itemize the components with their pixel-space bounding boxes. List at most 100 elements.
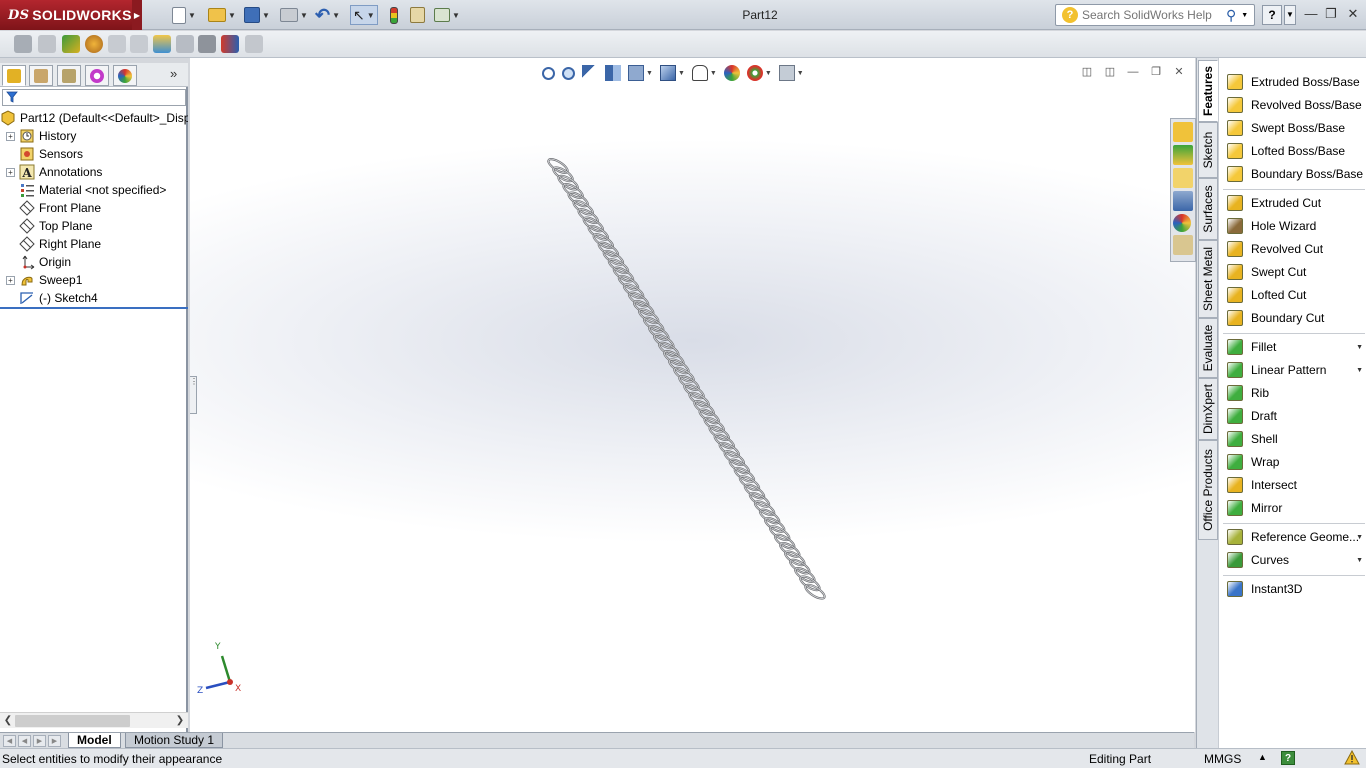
swept-cut-button[interactable]: Swept Cut <box>1227 262 1365 282</box>
tree-item-sketch4[interactable]: (-) Sketch4 <box>0 289 188 307</box>
close-button[interactable]: ✕ <box>1342 4 1364 24</box>
viewport-restore-icon[interactable]: ❐ <box>1149 66 1163 78</box>
tree-item-history[interactable]: + History <box>0 127 188 145</box>
measure-icon[interactable] <box>221 35 239 53</box>
tree-item-front-plane[interactable]: Front Plane <box>0 199 188 217</box>
file-properties-button[interactable] <box>410 5 425 25</box>
tab-display-manager[interactable] <box>113 65 137 86</box>
new-document-button[interactable]: ▼ <box>172 5 196 25</box>
viewport-close-icon[interactable]: ✕ <box>1172 66 1186 78</box>
chevron-down-icon[interactable]: ▼ <box>765 70 772 77</box>
dynamic-annotation-icon[interactable] <box>628 65 644 81</box>
tab-model[interactable]: Model <box>68 733 121 748</box>
instant3d-button[interactable]: Instant3D <box>1227 579 1365 599</box>
help-dropdown-icon[interactable]: ▼ <box>1284 5 1296 25</box>
minimize-button[interactable]: — <box>1300 4 1322 24</box>
feature-tree-icon[interactable] <box>153 35 171 53</box>
tree-item-annotations[interactable]: + A Annotations <box>0 163 188 181</box>
tab-configuration-manager[interactable] <box>57 65 81 86</box>
tab-dimxpert-manager[interactable] <box>85 65 109 86</box>
unit-system[interactable]: MMGS <box>1204 752 1241 766</box>
display-style-icon[interactable] <box>691 65 708 81</box>
fillet-button[interactable]: Fillet ▼ <box>1227 337 1365 357</box>
tree-item-origin[interactable]: Origin <box>0 253 188 271</box>
scroll-thumb[interactable] <box>15 715 130 727</box>
restore-button[interactable]: ❐ <box>1320 4 1342 24</box>
chevron-down-icon[interactable]: ▼ <box>300 11 308 20</box>
wrap-button[interactable]: Wrap <box>1227 452 1365 472</box>
previous-tab-icon[interactable]: ◀ <box>18 735 31 747</box>
search-icon[interactable]: ⚲ <box>1226 7 1236 24</box>
expand-icon[interactable]: + <box>6 275 15 285</box>
solidworks-logo[interactable]: DS SOLIDWORKS <box>0 0 132 30</box>
options-button[interactable]: ▼ <box>434 5 460 25</box>
hole-icon[interactable] <box>198 35 216 53</box>
lofted-boss-button[interactable]: Lofted Boss/Base <box>1227 141 1365 161</box>
menu-expand-arrow-icon[interactable]: ▶ <box>132 0 142 30</box>
design-library-icon[interactable] <box>1173 145 1193 165</box>
edit-appearance-icon[interactable] <box>723 65 740 81</box>
tree-item-top-plane[interactable]: Top Plane <box>0 217 188 235</box>
extruded-boss-button[interactable]: Extruded Boss/Base <box>1227 72 1365 92</box>
reference-geometry-icon[interactable] <box>62 35 80 53</box>
units-menu-icon[interactable]: ▲ <box>1258 752 1267 762</box>
rib-button[interactable]: Rib <box>1227 383 1365 403</box>
swept-boss-icon[interactable] <box>108 35 126 53</box>
next-tab-icon[interactable]: ▶ <box>33 735 46 747</box>
boundary-boss-button[interactable]: Boundary Boss/Base <box>1227 164 1365 184</box>
feature-filter-field[interactable] <box>2 89 186 106</box>
rebuild-button[interactable] <box>390 5 398 25</box>
expand-icon[interactable]: + <box>6 131 15 141</box>
shell-button[interactable]: Shell <box>1227 429 1365 449</box>
scroll-right-icon[interactable]: ❯ <box>173 714 187 728</box>
previous-view-icon[interactable] <box>582 65 598 81</box>
more-tabs-icon[interactable]: » <box>170 66 177 81</box>
tab-feature-manager[interactable] <box>2 65 26 86</box>
zoom-to-fit-icon[interactable] <box>542 66 555 80</box>
tree-item-part[interactable]: Part12 (Default<<Default>_Display State … <box>0 109 188 127</box>
tab-sheet-metal[interactable]: Sheet Metal <box>1198 240 1218 318</box>
select-button[interactable]: ↖ ▼ <box>350 5 378 25</box>
last-tab-icon[interactable]: ▶ <box>48 735 61 747</box>
chevron-down-icon[interactable]: ▼ <box>452 11 460 20</box>
tab-features[interactable]: Features <box>1198 60 1218 122</box>
chevron-down-icon[interactable]: ▼ <box>1356 557 1363 564</box>
swept-boss-button[interactable]: Swept Boss/Base <box>1227 118 1365 138</box>
save-button[interactable]: ▼ <box>244 5 270 25</box>
tab-office-products[interactable]: Office Products <box>1198 440 1218 540</box>
chevron-down-icon[interactable]: ▼ <box>228 11 236 20</box>
lofted-cut-button[interactable]: Lofted Cut <box>1227 285 1365 305</box>
first-tab-icon[interactable]: ◀ <box>3 735 16 747</box>
chevron-down-icon[interactable]: ▼ <box>646 70 653 77</box>
scroll-left-icon[interactable]: ❮ <box>1 714 15 728</box>
extruded-cut-button[interactable]: Extruded Cut <box>1227 193 1365 213</box>
chevron-down-icon[interactable]: ▼ <box>1356 534 1363 541</box>
tab-property-manager[interactable] <box>29 65 53 86</box>
horizontal-scrollbar[interactable]: ❮ ❯ <box>0 712 188 728</box>
undo-button[interactable]: ↶ ▼ <box>315 5 340 25</box>
panel-collapse-handle[interactable]: ⋮ <box>190 376 198 414</box>
chevron-down-icon[interactable]: ▼ <box>710 70 717 77</box>
chevron-down-icon[interactable]: ▼ <box>262 11 270 20</box>
view-orientation-icon[interactable] <box>659 65 676 81</box>
view-palette-icon[interactable] <box>1173 191 1193 211</box>
viewport-split-icon[interactable]: ◫ <box>1103 66 1117 78</box>
appearances-icon[interactable] <box>1173 214 1191 232</box>
tree-item-sensors[interactable]: Sensors <box>0 145 188 163</box>
section-view-icon[interactable] <box>605 65 621 81</box>
tab-evaluate[interactable]: Evaluate <box>1198 318 1218 378</box>
custom-properties-icon[interactable] <box>1173 235 1193 255</box>
home-icon[interactable] <box>1173 122 1193 142</box>
spring-model[interactable] <box>530 148 870 628</box>
graphics-area[interactable]: ▼ ▼ ▼ ▼ ▼ ◫ ◫ — ❐ ✕ Y Z X ⋮ <box>190 58 1195 732</box>
open-document-button[interactable]: ▼ <box>208 5 236 25</box>
search-input[interactable] <box>1082 8 1222 22</box>
draft-button[interactable]: Draft <box>1227 406 1365 426</box>
chevron-down-icon[interactable]: ▼ <box>1356 367 1363 374</box>
intersect-button[interactable]: Intersect <box>1227 475 1365 495</box>
chevron-down-icon[interactable]: ▼ <box>797 70 804 77</box>
warning-icon[interactable] <box>1344 750 1360 766</box>
reference-geometry-button[interactable]: Reference Geome... ▼ <box>1227 527 1365 547</box>
linear-pattern-button[interactable]: Linear Pattern ▼ <box>1227 360 1365 380</box>
revolved-boss-button[interactable]: Revolved Boss/Base <box>1227 95 1365 115</box>
